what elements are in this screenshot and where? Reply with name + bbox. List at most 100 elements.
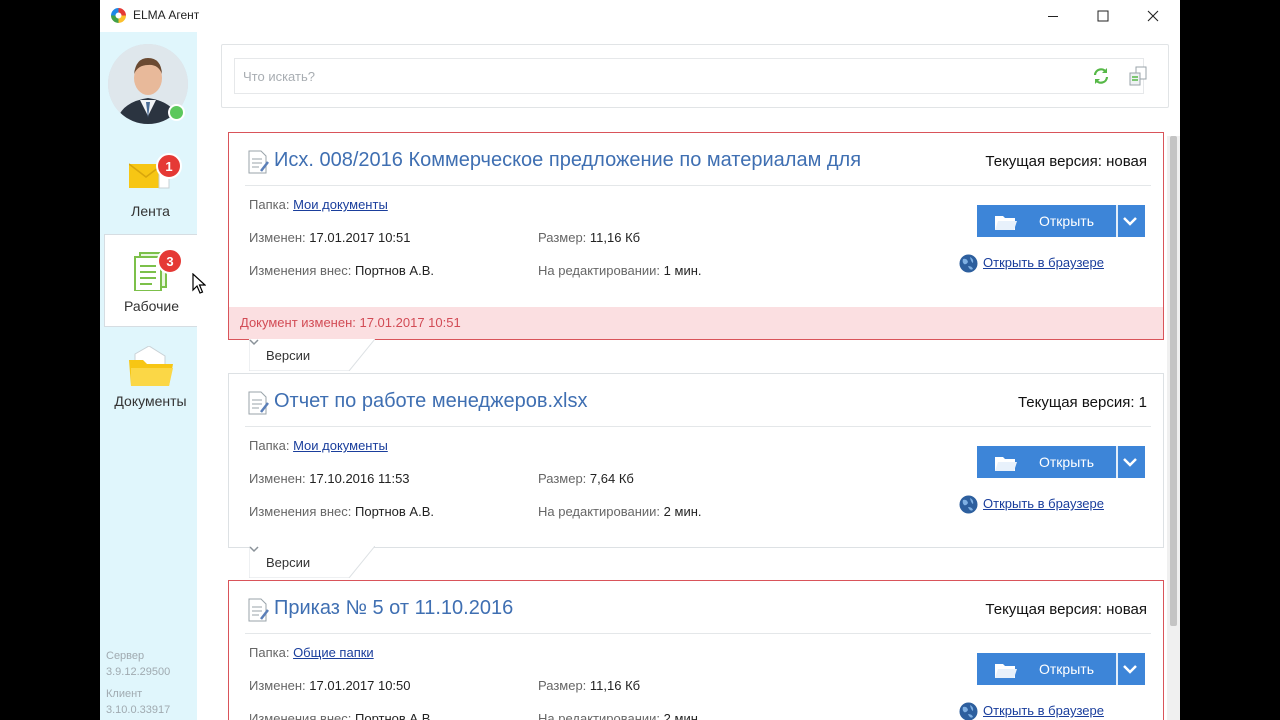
open-in-browser-link[interactable]: Открыть в браузере [983, 496, 1104, 511]
open-in-browser-link[interactable]: Открыть в браузере [983, 703, 1104, 718]
size-value: 7,64 Кб [589, 471, 634, 486]
document-version: Текущая версия: 1 [1017, 394, 1147, 411]
folder-link[interactable]: Мои документы [293, 438, 388, 453]
chevron-down-icon [249, 546, 259, 553]
document-version: Текущая версия: новая [985, 153, 1147, 170]
document-icon [248, 598, 269, 622]
modified-by-label: Изменения внес: [249, 711, 352, 720]
open-button-label: Открыть [1039, 454, 1094, 470]
divider [245, 633, 1151, 634]
client-label: Клиент [106, 688, 143, 700]
modified-value: 17.10.2016 11:53 [309, 471, 410, 486]
app-window: ELMA Агент 1 Лента 3 Рабочие Документы С… [100, 0, 1180, 720]
maximize-button[interactable] [1080, 0, 1126, 32]
modified-by-label: Изменения внес: [249, 504, 352, 519]
chevron-down-icon[interactable] [1123, 457, 1137, 467]
nav-label-documents: Документы [114, 393, 187, 409]
editing-row: На редактировании: 1 мин. [538, 263, 702, 278]
server-info: Сервер 3.9.12.29500 [106, 648, 170, 680]
modified-row: Изменен: 17.10.2016 11:53 [249, 471, 410, 486]
close-button[interactable] [1130, 0, 1176, 32]
chevron-down-icon [249, 339, 259, 346]
open-in-browser: Открыть в браузере [959, 254, 1104, 273]
editing-value: 1 мин. [663, 263, 702, 278]
open-folder-icon [995, 457, 1017, 471]
document-title[interactable]: Исх. 008/2016 Коммерческое предложение п… [274, 149, 861, 172]
folder-icon [129, 346, 173, 386]
size-label: Размер: [538, 230, 587, 245]
versions-label: Версии [266, 555, 311, 570]
maximize-icon [1097, 10, 1109, 22]
document-title[interactable]: Отчет по работе менеджеров.xlsx [274, 390, 587, 413]
minimize-button[interactable] [1030, 0, 1076, 32]
versions-toggle[interactable]: Версии [249, 339, 375, 371]
size-label: Размер: [538, 678, 587, 693]
button-separator [1116, 653, 1118, 685]
modified-by-row: Изменения внес: Портнов А.В. [249, 263, 434, 278]
online-status-icon [168, 104, 185, 121]
open-in-browser: Открыть в браузере [959, 495, 1104, 514]
title-bar: ELMA Агент [100, 0, 1180, 32]
editing-row: На редактировании: 2 мин. [538, 711, 702, 720]
modified-row: Изменен: 17.01.2017 10:51 [249, 230, 411, 245]
modified-label: Изменен: [249, 230, 306, 245]
open-button[interactable]: Открыть [977, 446, 1145, 478]
editing-value: 2 мин. [663, 711, 702, 720]
open-in-browser: Открыть в браузере [959, 702, 1104, 720]
window-title: ELMA Агент [133, 8, 200, 22]
divider [245, 426, 1151, 427]
editing-value: 2 мин. [663, 504, 702, 519]
modified-by-value: Портнов А.В. [355, 504, 434, 519]
folder-link[interactable]: Мои документы [293, 197, 388, 212]
globe-icon [959, 495, 978, 514]
chevron-down-icon[interactable] [1123, 216, 1137, 226]
search-panel [221, 44, 1169, 108]
document-icon [248, 150, 269, 174]
editing-label: На редактировании: [538, 711, 661, 720]
open-button[interactable]: Открыть [977, 205, 1145, 237]
open-button-label: Открыть [1039, 661, 1094, 677]
document-card: Исх. 008/2016 Коммерческое предложение п… [228, 132, 1164, 340]
mouse-cursor-icon [192, 273, 206, 294]
open-folder-icon [995, 216, 1017, 230]
button-separator [1116, 446, 1118, 478]
nav-item-documents[interactable]: Документы [104, 330, 197, 423]
sidebar: 1 Лента 3 Рабочие Документы Сервер 3.9.1… [100, 32, 197, 720]
chevron-down-icon[interactable] [1123, 664, 1137, 674]
folder-label: Папка: [249, 438, 290, 453]
document-title[interactable]: Приказ № 5 от 11.10.2016 [274, 597, 513, 620]
open-in-browser-link[interactable]: Открыть в браузере [983, 255, 1104, 270]
editing-label: На редактировании: [538, 263, 661, 278]
main-panel: Исх. 008/2016 Коммерческое предложение п… [197, 32, 1180, 720]
document-icon [248, 391, 269, 415]
close-icon [1147, 10, 1159, 22]
modified-by-row: Изменения внес: Портнов А.В. [249, 504, 434, 519]
feed-badge: 1 [156, 153, 182, 179]
open-button-label: Открыть [1039, 213, 1094, 229]
sync-icon[interactable] [1092, 67, 1110, 85]
versions-label: Версии [266, 348, 311, 363]
nav-label-working: Рабочие [123, 298, 180, 314]
editing-label: На редактировании: [538, 504, 661, 519]
scroll-thumb[interactable] [1170, 136, 1177, 626]
folder-row: Папка: Мои документы [249, 197, 388, 212]
modified-by-value: Портнов А.В. [355, 263, 434, 278]
client-info: Клиент 3.10.0.33917 [106, 686, 170, 718]
modified-value: 17.01.2017 10:50 [309, 678, 411, 693]
pick-document-icon[interactable] [1129, 66, 1147, 86]
globe-icon [959, 702, 978, 720]
folder-link[interactable]: Общие папки [293, 645, 374, 660]
nav-item-feed[interactable]: 1 Лента [104, 140, 197, 233]
open-button[interactable]: Открыть [977, 653, 1145, 685]
working-badge: 3 [157, 248, 183, 274]
nav-item-working[interactable]: 3 Рабочие [104, 234, 197, 327]
modified-label: Изменен: [249, 471, 306, 486]
size-label: Размер: [538, 471, 587, 486]
versions-toggle[interactable]: Версии [249, 546, 375, 578]
client-version: 3.10.0.33917 [106, 704, 171, 716]
scrollbar[interactable] [1167, 136, 1180, 720]
modified-row: Изменен: 17.01.2017 10:50 [249, 678, 411, 693]
folder-row: Папка: Мои документы [249, 438, 388, 453]
nav-label-feed: Лента [131, 203, 170, 219]
search-input[interactable] [234, 58, 1144, 94]
